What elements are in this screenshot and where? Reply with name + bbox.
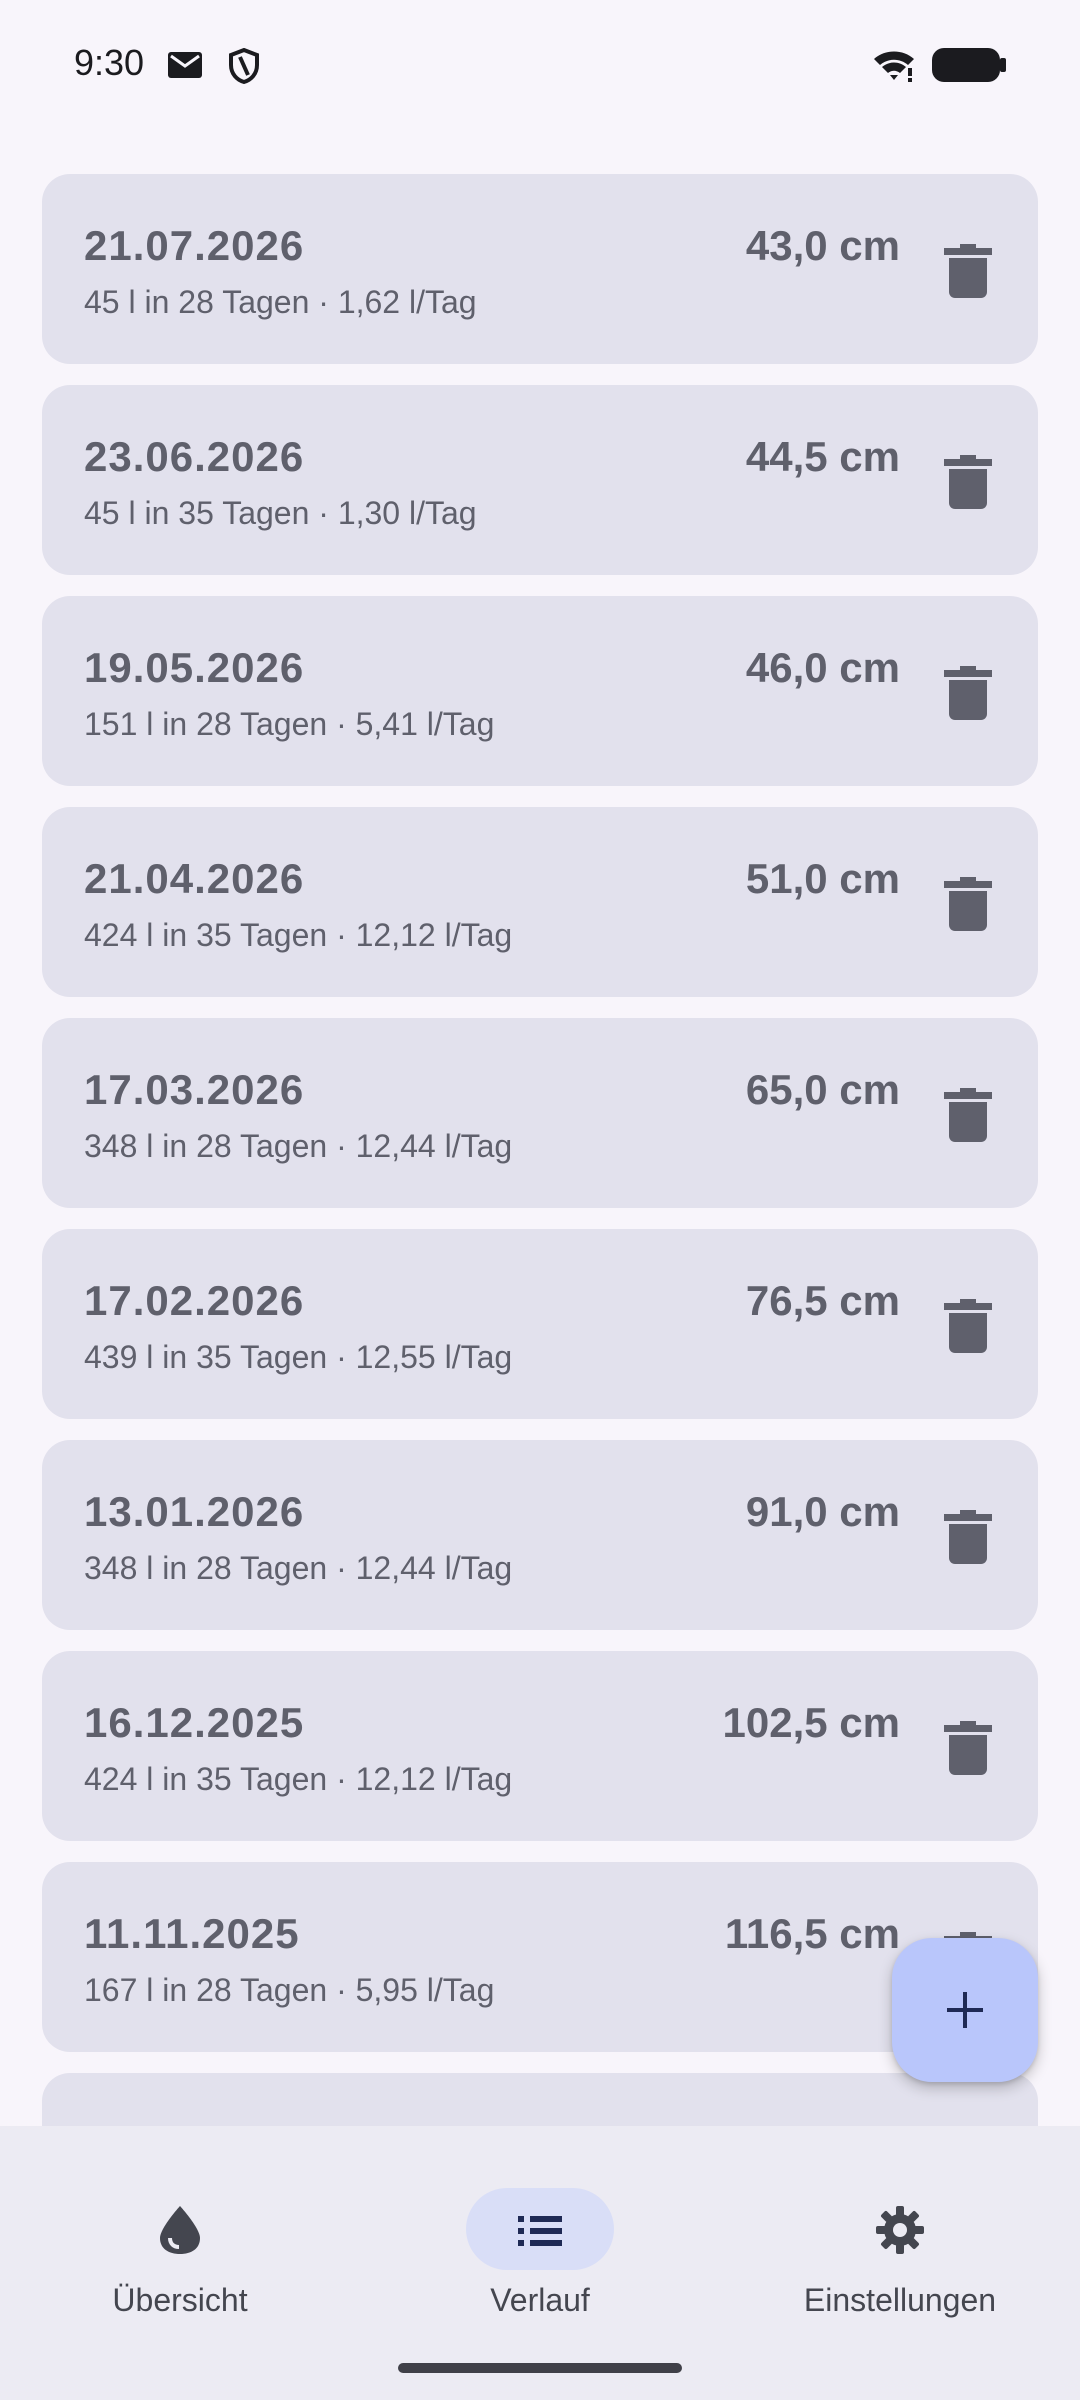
entry-detail: 45 l in 28 Tagen · 1,62 l/Tag — [84, 284, 477, 320]
delete-icon[interactable] — [944, 1088, 992, 1142]
entry-level: 102,5 cm — [722, 1699, 900, 1746]
history-entry[interactable]: 17.02.2026 439 l in 35 Tagen · 12,55 l/T… — [42, 1229, 1038, 1419]
history-entry[interactable]: 19.05.2026 151 l in 28 Tagen · 5,41 l/Ta… — [42, 596, 1038, 786]
battery-icon — [932, 48, 1006, 82]
entry-level: 43,0 cm — [745, 222, 900, 269]
delete-icon[interactable] — [944, 244, 992, 298]
history-entry[interactable]: 13.01.2026 348 l in 28 Tagen · 12,44 l/T… — [42, 1440, 1038, 1630]
entry-detail: 348 l in 28 Tagen · 12,44 l/Tag — [84, 1550, 513, 1586]
nav-label: Einstellungen — [803, 2282, 997, 2318]
entry-level: 51,0 cm — [745, 855, 900, 902]
water-drop-icon — [160, 2206, 200, 2254]
nav-label: Übersicht — [112, 2282, 248, 2318]
wifi-icon — [874, 51, 914, 82]
entry-detail: 424 l in 35 Tagen · 12,12 l/Tag — [84, 1761, 513, 1797]
entry-date: 13.01.2026 — [84, 1488, 305, 1535]
history-entry[interactable]: 16.12.2025 424 l in 35 Tagen · 12,12 l/T… — [42, 1651, 1038, 1841]
mail-icon — [168, 52, 202, 78]
delete-icon[interactable] — [944, 455, 992, 509]
history-entry[interactable]: 21.07.2026 45 l in 28 Tagen · 1,62 l/Tag… — [42, 174, 1038, 364]
delete-icon[interactable] — [944, 1721, 992, 1775]
entry-detail: 167 l in 28 Tagen · 5,95 l/Tag — [84, 1972, 495, 2008]
history-list: 21.07.2026 45 l in 28 Tagen · 1,62 l/Tag… — [42, 174, 1038, 2284]
add-entry-button[interactable] — [892, 1938, 1038, 2082]
delete-icon[interactable] — [944, 666, 992, 720]
nav-label: Verlauf — [490, 2282, 590, 2318]
history-entry[interactable]: 17.03.2026 348 l in 28 Tagen · 12,44 l/T… — [42, 1018, 1038, 1208]
entry-date: 21.07.2026 — [84, 222, 305, 269]
nav-item-settings[interactable]: Einstellungen — [720, 2156, 1080, 2326]
nav-item-overview[interactable]: Übersicht — [0, 2156, 360, 2326]
entry-level: 46,0 cm — [745, 644, 900, 691]
entry-level: 44,5 cm — [745, 433, 900, 480]
entry-date: 23.06.2026 — [84, 433, 305, 480]
entry-detail: 45 l in 35 Tagen · 1,30 l/Tag — [84, 495, 477, 531]
entry-detail: 348 l in 28 Tagen · 12,44 l/Tag — [84, 1128, 513, 1164]
delete-icon[interactable] — [944, 1510, 992, 1564]
nav-item-history[interactable]: Verlauf — [360, 2156, 720, 2326]
history-entry[interactable]: 23.06.2026 45 l in 35 Tagen · 1,30 l/Tag… — [42, 385, 1038, 575]
entry-detail: 439 l in 35 Tagen · 12,55 l/Tag — [84, 1339, 513, 1375]
shield-icon — [229, 48, 259, 84]
gear-icon — [876, 2206, 924, 2254]
status-time: 9:30 — [74, 42, 145, 83]
entry-date: 17.03.2026 — [84, 1066, 305, 1113]
entry-date: 17.02.2026 — [84, 1277, 305, 1324]
bottom-navigation: Übersicht Verlauf Einstellungen — [0, 2126, 1080, 2400]
entry-date: 19.05.2026 — [84, 644, 305, 691]
entry-detail: 151 l in 28 Tagen · 5,41 l/Tag — [84, 706, 495, 742]
entry-date: 21.04.2026 — [84, 855, 305, 902]
entry-level: 65,0 cm — [745, 1066, 900, 1113]
status-bar: 9:30 — [0, 0, 1080, 130]
entry-date: 16.12.2025 — [84, 1699, 305, 1746]
delete-icon[interactable] — [944, 1299, 992, 1353]
list-icon — [518, 2216, 562, 2246]
history-entry[interactable]: 11.11.2025 167 l in 28 Tagen · 5,95 l/Ta… — [42, 1862, 1038, 2052]
home-indicator[interactable] — [398, 2363, 682, 2373]
delete-icon[interactable] — [944, 877, 992, 931]
entry-level: 91,0 cm — [745, 1488, 900, 1535]
entry-detail: 424 l in 35 Tagen · 12,12 l/Tag — [84, 917, 513, 953]
add-icon — [947, 1992, 983, 2028]
entry-level: 76,5 cm — [745, 1277, 900, 1324]
entry-level: 116,5 cm — [724, 1910, 900, 1957]
history-entry[interactable]: 21.04.2026 424 l in 35 Tagen · 12,12 l/T… — [42, 807, 1038, 997]
entry-date: 11.11.2025 — [84, 1910, 300, 1957]
